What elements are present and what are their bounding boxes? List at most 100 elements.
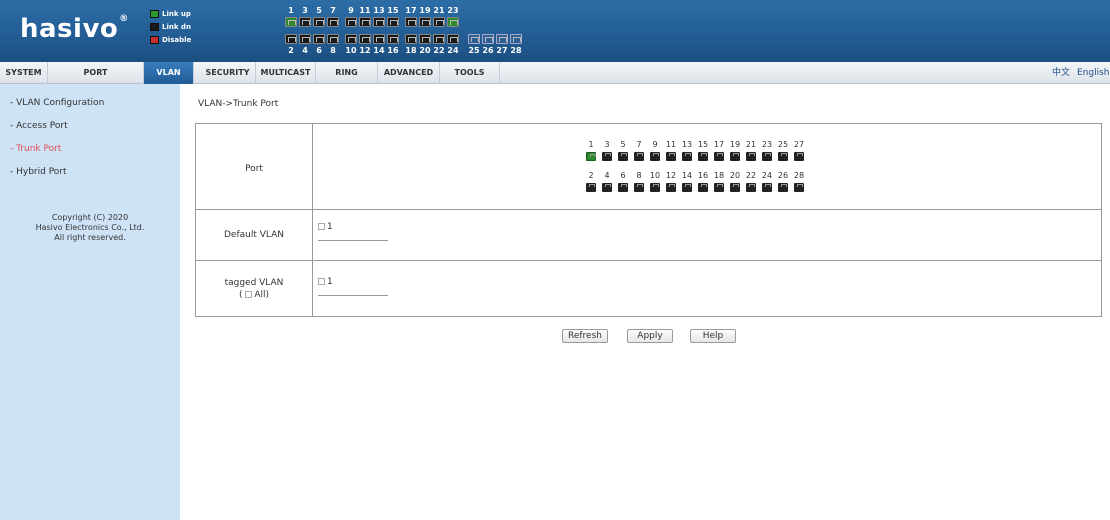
menu-port[interactable]: PORT <box>48 62 144 84</box>
header-sfp-icon <box>482 33 494 44</box>
port-body <box>762 183 772 192</box>
port-select-icon[interactable] <box>698 152 708 161</box>
header-port-number: 15 <box>387 6 399 15</box>
port-body <box>299 17 311 27</box>
tagged-vlan-field[interactable]: 1 <box>318 277 333 287</box>
header-port-icon <box>433 16 445 27</box>
port-select-icon[interactable] <box>618 152 628 161</box>
header-port-icon <box>405 16 417 27</box>
port-select-icon[interactable] <box>762 183 772 192</box>
port-number: 9 <box>652 140 658 149</box>
header-port-number: 17 <box>405 6 417 15</box>
help-button[interactable]: Help <box>690 329 736 343</box>
port-select-icon[interactable] <box>746 183 756 192</box>
header-port-icon <box>387 16 399 27</box>
menu-advanced[interactable]: ADVANCED <box>378 62 440 84</box>
port-select-icon[interactable] <box>698 183 708 192</box>
lang-chinese-link[interactable]: 中文 <box>1052 62 1070 84</box>
lang-english-link[interactable]: English <box>1077 62 1110 84</box>
header-port-icon <box>419 16 431 27</box>
port-body <box>447 17 459 27</box>
menu-tools[interactable]: TOOLS <box>440 62 500 84</box>
default-vlan-field[interactable]: 1 <box>318 222 333 232</box>
port-number: 7 <box>636 140 642 149</box>
port-select-icon[interactable] <box>634 183 644 192</box>
port-body <box>714 152 724 161</box>
port-body <box>313 17 325 27</box>
sidebar-item-access-port[interactable]: - Access Port <box>10 121 68 131</box>
menu-system[interactable]: SYSTEM <box>0 62 48 84</box>
table-divider <box>312 124 313 316</box>
header-port-number: 9 <box>348 6 354 15</box>
port-number: 28 <box>793 171 805 180</box>
default-vlan-label: Default VLAN <box>223 230 284 240</box>
port-select-icon[interactable] <box>650 183 660 192</box>
sidebar-item-vlan-configuration[interactable]: - VLAN Configuration <box>10 98 104 108</box>
header-port-number: 13 <box>373 6 385 15</box>
port-number: 15 <box>697 140 709 149</box>
refresh-button[interactable]: Refresh <box>562 329 608 343</box>
port-number: 27 <box>793 140 805 149</box>
port-select-icon[interactable] <box>778 183 788 192</box>
menu-ring[interactable]: RING <box>316 62 378 84</box>
port-number: 14 <box>681 171 693 180</box>
port-number: 3 <box>604 140 610 149</box>
table-row-divider <box>196 260 1101 261</box>
table-row-divider <box>196 209 1101 210</box>
legend-link-up: Link up <box>150 7 191 20</box>
port-select-icon[interactable] <box>666 183 676 192</box>
header-port-icon <box>345 16 357 27</box>
default-vlan-checkbox[interactable] <box>318 223 325 230</box>
header-port-icon <box>419 33 431 44</box>
port-body <box>634 152 644 161</box>
port-select-icon[interactable] <box>618 183 628 192</box>
port-body <box>433 17 445 27</box>
header-port-icon <box>299 16 311 27</box>
port-number: 21 <box>745 140 757 149</box>
port-body <box>746 183 756 192</box>
port-select-icon[interactable] <box>650 152 660 161</box>
port-select-icon[interactable] <box>586 183 596 192</box>
port-number: 20 <box>729 171 741 180</box>
port-body <box>299 34 311 44</box>
header-port-icon <box>405 33 417 44</box>
tagged-all-checkbox[interactable] <box>245 291 253 298</box>
header-port-number: 1 <box>288 6 294 15</box>
port-select-icon[interactable] <box>794 152 804 161</box>
menu-multicast[interactable]: MULTICAST <box>256 62 316 84</box>
header-port-number: 6 <box>316 46 322 55</box>
port-select-icon[interactable] <box>586 152 596 161</box>
link-down-swatch <box>150 22 159 31</box>
port-select-icon[interactable] <box>602 183 612 192</box>
header-port-icon <box>373 33 385 44</box>
port-select-icon[interactable] <box>762 152 772 161</box>
menu-security[interactable]: SECURITY <box>200 62 256 84</box>
header-port-number: 5 <box>316 6 322 15</box>
port-select-icon[interactable] <box>730 152 740 161</box>
apply-button[interactable]: Apply <box>627 329 673 343</box>
port-select-icon[interactable] <box>634 152 644 161</box>
header-port-icon <box>433 33 445 44</box>
port-row-label: Port <box>245 164 263 174</box>
port-select-icon[interactable] <box>682 152 692 161</box>
sidebar-item-hybrid-port[interactable]: - Hybrid Port <box>10 167 67 177</box>
port-select-icon[interactable] <box>714 152 724 161</box>
port-body <box>405 17 417 27</box>
port-select-icon[interactable] <box>778 152 788 161</box>
port-body <box>345 17 357 27</box>
port-select-icon[interactable] <box>682 183 692 192</box>
port-body <box>602 183 612 192</box>
tagged-vlan-checkbox[interactable] <box>318 278 325 285</box>
page: hasivo® Link up Link dn Disable 12345678… <box>0 0 1110 520</box>
header-port-number: 11 <box>359 6 371 15</box>
port-select-icon[interactable] <box>746 152 756 161</box>
port-select-icon[interactable] <box>666 152 676 161</box>
menu-vlan[interactable]: VLAN <box>144 62 194 84</box>
port-body <box>405 34 417 44</box>
port-select-icon[interactable] <box>714 183 724 192</box>
port-select-icon[interactable] <box>730 183 740 192</box>
sidebar-item-trunk-port[interactable]: - Trunk Port <box>10 144 61 154</box>
port-body <box>682 152 692 161</box>
port-select-icon[interactable] <box>602 152 612 161</box>
port-select-icon[interactable] <box>794 183 804 192</box>
